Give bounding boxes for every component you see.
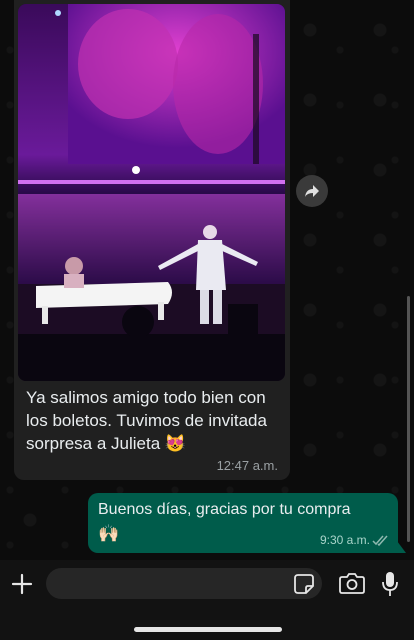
- outgoing-bubble-tail: [397, 541, 406, 553]
- microphone-button[interactable]: [380, 570, 400, 598]
- outgoing-message-time: 9:30 a.m.: [319, 533, 370, 547]
- message-input-bar: [0, 560, 414, 640]
- attach-button[interactable]: [10, 572, 34, 596]
- outgoing-message-text: Buenos días, gracias por tu compra: [98, 501, 351, 518]
- concert-photo-image: [18, 4, 285, 381]
- sticker-button[interactable]: [293, 573, 315, 595]
- forward-icon: [305, 185, 319, 197]
- microphone-icon: [382, 572, 398, 596]
- incoming-message-bubble[interactable]: Ya salimos amigo todo bien con los bolet…: [14, 0, 290, 480]
- outgoing-message-emoji: 🙌🏻: [98, 524, 120, 543]
- incoming-message-text: Ya salimos amigo todo bien con los bolet…: [26, 388, 267, 453]
- outgoing-message-bubble[interactable]: Buenos días, gracias por tu compra 🙌🏻 9:…: [88, 493, 398, 553]
- incoming-message-time: 12:47 a.m.: [216, 458, 278, 473]
- sticker-icon: [294, 574, 314, 594]
- scrollbar[interactable]: [407, 296, 410, 542]
- concert-photo[interactable]: [18, 4, 285, 381]
- chat-screen: Ya salimos amigo todo bien con los bolet…: [0, 0, 414, 640]
- plus-icon: [11, 573, 33, 595]
- camera-button[interactable]: [339, 572, 365, 596]
- read-receipt-icon: [372, 533, 390, 551]
- message-input[interactable]: [46, 568, 322, 599]
- forward-button[interactable]: [296, 175, 328, 207]
- camera-icon: [339, 573, 365, 594]
- home-indicator[interactable]: [134, 627, 282, 632]
